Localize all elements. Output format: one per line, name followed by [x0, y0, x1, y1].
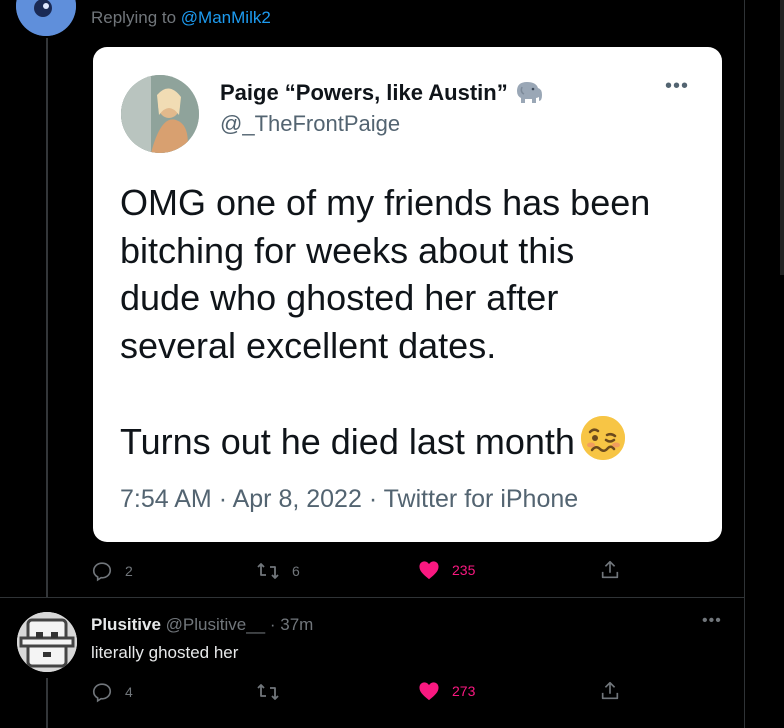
woozy-face-icon	[580, 416, 625, 460]
reply-button[interactable]: 2	[91, 560, 133, 582]
retweet-count: 6	[292, 563, 300, 579]
scrollbar[interactable]	[780, 0, 784, 275]
retweet-icon	[256, 560, 280, 582]
share-button[interactable]	[599, 559, 621, 581]
reply-count: 2	[125, 563, 133, 579]
reply-icon	[91, 560, 113, 582]
quoted-avatar	[121, 75, 199, 153]
more-icon[interactable]: •••	[702, 612, 722, 630]
like-button[interactable]: 273	[418, 681, 475, 701]
tweet-action-bar: 2 6 235	[0, 557, 744, 587]
reply-display-name[interactable]: Plusitive	[91, 615, 161, 634]
quoted-display-name: Paige “Powers, like Austin”	[220, 79, 544, 106]
reply-time[interactable]: · 37m	[270, 615, 313, 634]
tweet-line-text: Turns out he died last month	[120, 421, 575, 462]
share-icon	[599, 680, 621, 702]
share-button[interactable]	[599, 680, 621, 702]
retweet-button[interactable]: 6	[256, 560, 300, 582]
replying-to-prefix: Replying to	[91, 8, 177, 27]
reply-header: Plusitive @Plusitive__ · 37m	[91, 615, 313, 635]
quoted-handle: @_TheFrontPaige	[220, 111, 401, 136]
reply-action-bar: 4 273	[0, 680, 744, 710]
column-border	[744, 0, 745, 728]
like-button[interactable]: 235	[418, 560, 475, 580]
tweet-client: Twitter for iPhone	[383, 485, 579, 513]
tweet-line-last: Turns out he died last month	[120, 416, 710, 466]
thread-line	[46, 38, 48, 598]
tweet-line: several excellent dates.	[120, 324, 497, 366]
reply-icon	[91, 681, 113, 703]
separator: ·	[218, 485, 228, 513]
tweet-divider	[0, 597, 744, 598]
mention-link[interactable]: @ManMilk2	[181, 8, 271, 27]
more-icon: •••	[665, 75, 690, 97]
reply-avatar[interactable]	[17, 612, 77, 672]
reply-text: literally ghosted her	[91, 643, 239, 662]
tweet-time: 7:54 AM	[120, 485, 212, 513]
like-count: 235	[452, 562, 476, 578]
quoted-tweet-meta: 7:54 AM · Apr 8, 2022 · Twitter for iPho…	[120, 485, 578, 514]
reply-button[interactable]: 4	[91, 681, 133, 703]
heart-icon	[418, 681, 440, 701]
heart-icon	[418, 560, 440, 580]
quoted-tweet-image[interactable]: Paige “Powers, like Austin” @_TheFrontPa…	[93, 47, 722, 542]
reply-count: 4	[125, 684, 133, 700]
tweet-line: OMG one of my friends has been	[120, 182, 651, 223]
elephant-icon	[514, 80, 544, 105]
tweet-line: dude who ghosted her after	[120, 277, 559, 318]
retweet-icon	[256, 681, 280, 703]
tweet-line: bitching for weeks about this	[120, 229, 575, 271]
like-count: 273	[452, 683, 476, 699]
share-icon	[599, 559, 621, 581]
reply-handle[interactable]: @Plusitive__	[166, 615, 265, 634]
replying-to: Replying to @ManMilk2	[91, 8, 271, 28]
retweet-button[interactable]	[256, 681, 280, 703]
avatar[interactable]	[16, 0, 76, 36]
quoted-tweet-text: OMG one of my friends has been bitching …	[120, 179, 710, 466]
tweet-date: Apr 8, 2022	[232, 485, 362, 513]
quoted-name-text: Paige “Powers, like Austin”	[220, 80, 508, 105]
separator: ·	[368, 485, 378, 513]
